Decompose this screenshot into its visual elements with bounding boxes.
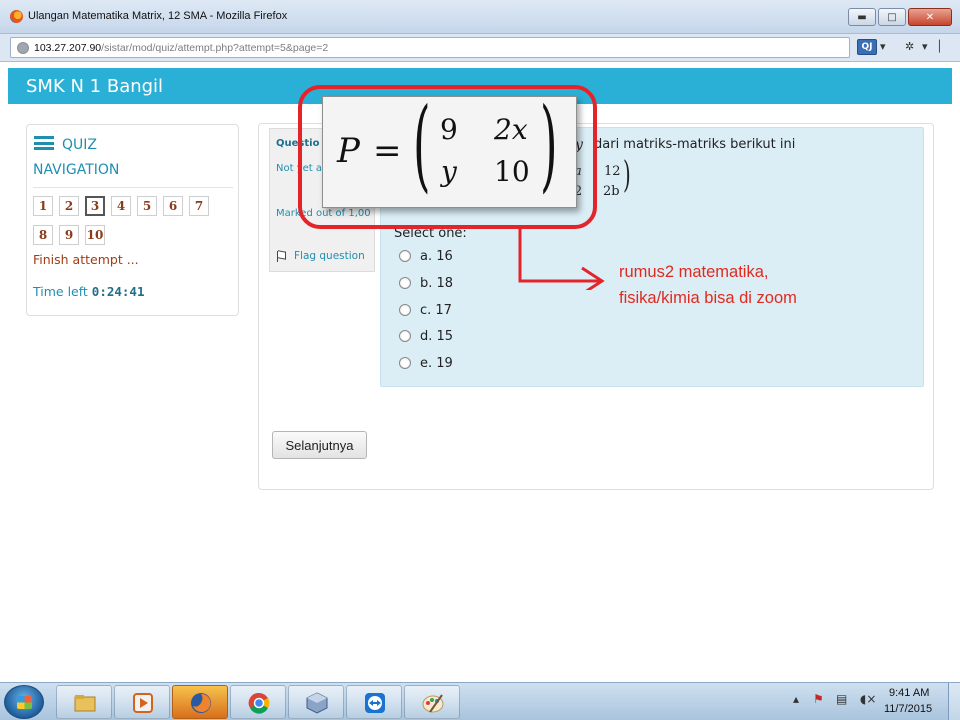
- formula-equals: =: [373, 131, 402, 171]
- formula-entry: 10: [494, 155, 530, 188]
- formula-bracket-right: ): [540, 86, 558, 203]
- taskbar-teamviewer[interactable]: [346, 685, 402, 719]
- formula-lhs: P: [337, 131, 360, 171]
- addon-qj-icon[interactable]: QJ: [857, 39, 877, 55]
- paint-icon: [422, 694, 444, 713]
- taskbar-firefox[interactable]: [172, 685, 228, 719]
- question-text: dari matriks-matriks berikut ini: [594, 137, 796, 152]
- time-left-label: Time left: [33, 284, 88, 299]
- taskbar-chrome[interactable]: [230, 685, 286, 719]
- quiz-nav-title-2: NAVIGATION: [33, 162, 120, 178]
- media-player-icon: [133, 693, 153, 713]
- annotation-line: fisika/kimia bisa di zoom: [619, 289, 797, 307]
- flag-icon[interactable]: [277, 251, 286, 262]
- taskbar-media-player[interactable]: [114, 685, 170, 719]
- answer-option[interactable]: d. 15: [399, 328, 453, 344]
- url-host: 103.27.207.90: [34, 42, 102, 54]
- time-left-value: 0:24:41: [91, 284, 145, 299]
- show-desktop-button[interactable]: [948, 683, 960, 720]
- chrome-icon: [248, 692, 270, 714]
- formula-entry: 9: [440, 113, 458, 146]
- window-title: Ulangan Matematika Matrix, 12 SMA - Mozi…: [28, 10, 288, 22]
- site-title[interactable]: SMK N 1 Bangil: [26, 76, 163, 97]
- matrix-entry: 2b: [603, 184, 620, 199]
- answer-option[interactable]: e. 19: [399, 355, 453, 371]
- radio-button[interactable]: [399, 304, 411, 316]
- option-label[interactable]: c. 17: [420, 303, 452, 318]
- answer-option[interactable]: a. 16: [399, 248, 453, 264]
- network-warning-icon[interactable]: ⚑: [813, 692, 824, 706]
- question-nav-button[interactable]: 8: [33, 225, 53, 245]
- annotation-text: rumus2 matematika, fisika/kimia bisa di …: [619, 259, 797, 311]
- maximize-button[interactable]: □: [878, 8, 906, 26]
- question-nav-button[interactable]: 9: [59, 225, 79, 245]
- option-label[interactable]: e. 19: [420, 356, 453, 371]
- question-nav-button[interactable]: 1: [33, 196, 53, 216]
- globe-icon: [17, 42, 29, 54]
- quiz-navigation-block: QUIZ NAVIGATION 1 2 3 4 5 6 7 8 9 10 Fin…: [26, 124, 239, 316]
- question-nav-button[interactable]: 4: [111, 196, 131, 216]
- zoomed-formula-popup: P = ( 9 2x y 10 ): [322, 86, 577, 208]
- radio-button[interactable]: [399, 277, 411, 289]
- annotation-arrow-icon: [518, 228, 605, 290]
- window-titlebar: Ulangan Matematika Matrix, 12 SMA - Mozi…: [0, 0, 960, 34]
- window-controls: ▬ □ ✕: [848, 8, 952, 26]
- radio-button[interactable]: [399, 330, 411, 342]
- virtualbox-icon: [306, 692, 328, 714]
- tray-device-icon[interactable]: ▤: [836, 692, 847, 706]
- menu-icon[interactable]: [34, 136, 54, 150]
- firefox-icon: [191, 693, 211, 713]
- answer-option[interactable]: c. 17: [399, 302, 452, 318]
- firefox-icon: [10, 10, 23, 23]
- navigation-toolbar: 103.27.207.90/sistar/mod/quiz/attempt.ph…: [0, 34, 960, 62]
- dropdown-icon[interactable]: ▾: [922, 40, 928, 53]
- question-nav-button[interactable]: 2: [59, 196, 79, 216]
- option-label[interactable]: a. 16: [420, 249, 453, 264]
- taskbar-explorer[interactable]: [56, 685, 112, 719]
- close-button[interactable]: ✕: [908, 8, 952, 26]
- question-nav-button[interactable]: 7: [189, 196, 209, 216]
- url-text[interactable]: 103.27.207.90/sistar/mod/quiz/attempt.ph…: [34, 42, 328, 54]
- quiz-nav-title: QUIZ: [62, 137, 97, 153]
- divider: [33, 187, 233, 188]
- finish-attempt-link[interactable]: Finish attempt ...: [33, 252, 139, 267]
- clock-time[interactable]: 9:41 AM: [889, 687, 929, 699]
- start-button[interactable]: [4, 685, 44, 719]
- option-label[interactable]: b. 18: [420, 276, 453, 291]
- annotation-line: rumus2 matematika,: [619, 263, 769, 281]
- option-label[interactable]: d. 15: [420, 329, 453, 344]
- address-bar[interactable]: 103.27.207.90/sistar/mod/quiz/attempt.ph…: [10, 37, 850, 58]
- volume-muted-icon[interactable]: ◖×: [860, 692, 876, 706]
- next-page-button[interactable]: Selanjutnya: [272, 431, 367, 459]
- menu-separator-icon: │: [936, 40, 943, 53]
- url-path: /sistar/mod/quiz/attempt.php?attempt=5&p…: [101, 42, 329, 54]
- taskbar-paint[interactable]: [404, 685, 460, 719]
- formula-bracket-left: (: [413, 86, 431, 203]
- taskbar-virtualbox[interactable]: [288, 685, 344, 719]
- addon-menu-icon[interactable]: ▾: [880, 40, 886, 53]
- clock-date[interactable]: 11/7/2015: [884, 703, 932, 715]
- flag-question-link[interactable]: Flag question: [294, 250, 365, 262]
- extension-bug-icon[interactable]: ✲: [905, 40, 914, 53]
- question-nav-button[interactable]: 6: [163, 196, 183, 216]
- radio-button[interactable]: [399, 357, 411, 369]
- matrix-bracket: ): [623, 155, 631, 196]
- formula-entry: 2x: [494, 113, 528, 146]
- answer-option[interactable]: b. 18: [399, 275, 453, 291]
- radio-button[interactable]: [399, 250, 411, 262]
- tray-expand-icon[interactable]: ▴: [793, 692, 799, 706]
- time-left: Time left 0:24:41: [33, 284, 144, 299]
- formula-entry: y: [441, 155, 457, 188]
- question-nav-button[interactable]: 5: [137, 196, 157, 216]
- matrix-entry: 12: [604, 164, 621, 179]
- folder-icon: [74, 695, 96, 712]
- question-nav-button[interactable]: 10: [85, 225, 105, 245]
- minimize-button[interactable]: ▬: [848, 8, 876, 26]
- teamviewer-icon: [365, 693, 385, 713]
- question-nav-button-current[interactable]: 3: [85, 196, 105, 216]
